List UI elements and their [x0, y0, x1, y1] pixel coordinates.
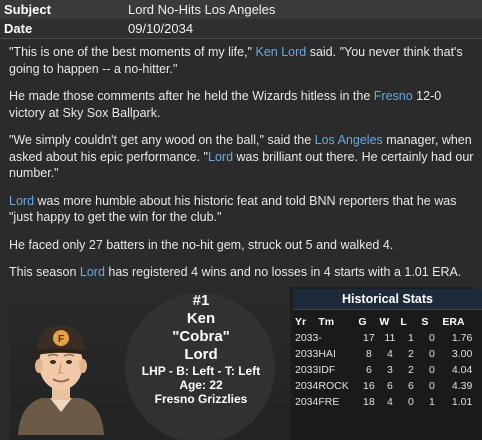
- article-text: This season: [9, 265, 80, 279]
- article-text: was more humble about his historic feat …: [9, 193, 457, 225]
- stats-cell[interactable]: FRE: [318, 394, 358, 410]
- article-link[interactable]: Ken Lord: [255, 45, 306, 59]
- player-bio: LHP - B: Left - T: Left: [141, 364, 261, 378]
- stats-column-header[interactable]: ERA: [442, 313, 472, 330]
- article-link[interactable]: Los Angeles: [315, 133, 383, 147]
- article-link[interactable]: Lord: [208, 150, 233, 164]
- stats-column-header[interactable]: L: [400, 313, 421, 330]
- stats-cell: 2033: [295, 332, 319, 344]
- stats-cell: 11: [384, 332, 396, 344]
- article-paragraph: Lord was more humble about his historic …: [9, 193, 475, 226]
- news-article-body: "This is one of the best moments of my l…: [9, 44, 475, 292]
- stats-cell[interactable]: HAI: [318, 346, 358, 362]
- article-paragraph: "We simply couldn't get any wood on the …: [9, 132, 475, 182]
- article-text: "This is one of the best moments of my l…: [9, 45, 256, 59]
- stats-column-header[interactable]: Tm: [318, 313, 358, 330]
- stats-column-header[interactable]: Yr: [293, 313, 318, 330]
- date-value: 09/10/2034: [128, 21, 194, 36]
- stats-cell: 1: [407, 332, 414, 344]
- stats-cell: 1.01: [451, 396, 473, 408]
- stats-cell: 0: [428, 332, 435, 344]
- article-paragraph: "This is one of the best moments of my l…: [9, 44, 475, 77]
- stats-cell: 0: [428, 364, 435, 376]
- article-link[interactable]: Lord: [80, 265, 105, 279]
- historical-stats-title: Historical Stats: [293, 289, 482, 310]
- stats-cell: 3: [386, 364, 393, 376]
- stats-column-header[interactable]: G: [358, 313, 379, 330]
- stats-cell: 2033: [295, 364, 319, 376]
- stats-cell: 6: [365, 364, 372, 376]
- player-last-name[interactable]: Lord: [118, 346, 284, 364]
- stats-cell: 4.04: [451, 364, 473, 376]
- stats-cell: 2: [407, 348, 414, 360]
- stats-cell: 0: [428, 380, 435, 392]
- stats-header-row: Yr Tm G W L S ERA: [293, 313, 472, 330]
- stats-row: 2033 HAI 8 4 2 0 3.00: [293, 346, 472, 362]
- player-nickname: "Cobra": [172, 328, 230, 345]
- stats-cell: 18: [363, 396, 375, 408]
- stats-cell: 0: [407, 396, 414, 408]
- player-first-name: Ken: [186, 310, 216, 327]
- article-paragraph: He made those comments after he held the…: [9, 88, 475, 121]
- stats-cell: 8: [365, 348, 372, 360]
- article-link[interactable]: Lord: [9, 194, 34, 208]
- player-number: #1: [192, 292, 210, 309]
- article-text: has registered 4 wins and no losses in 4…: [104, 265, 462, 279]
- stats-cell: 6: [386, 380, 393, 392]
- stats-row: 2034 FRE 18 4 0 1 1.01: [293, 394, 472, 410]
- player-summary: #1 Ken "Cobra" Lord LHP - B: Left - T: L…: [118, 292, 284, 406]
- stats-cell: 3.00: [451, 348, 473, 360]
- stats-cell: 1: [428, 396, 435, 408]
- article-text: He faced only 27 batters in the no-hit g…: [9, 237, 394, 252]
- stats-column-header[interactable]: S: [421, 313, 442, 330]
- subject-row: Subject Lord No-Hits Los Angeles: [0, 0, 482, 19]
- stats-row: 2033 IDF 6 3 2 0 4.04: [293, 362, 472, 378]
- article-paragraph: This season Lord has registered 4 wins a…: [9, 264, 475, 281]
- stats-cell: 17: [363, 332, 375, 344]
- article-text: "We simply couldn't get any wood on the …: [9, 133, 315, 147]
- article-paragraph: He faced only 27 batters in the no-hit g…: [9, 237, 475, 254]
- stats-cell: -: [318, 332, 322, 344]
- historical-stats-table: Yr Tm G W L S ERA 2033-17 11 1 0 1.76 2033 HAI 8 4 2 0 3.…: [293, 313, 472, 410]
- svg-text:F: F: [58, 334, 64, 345]
- stats-cell: 2034: [295, 396, 319, 408]
- article-text: He made those comments after he held the…: [9, 89, 374, 103]
- stats-cell: 4: [386, 348, 393, 360]
- stats-cell[interactable]: IDF: [318, 362, 358, 378]
- player-age: Age: 22: [179, 378, 223, 392]
- subject-value: Lord No-Hits Los Angeles: [128, 2, 276, 17]
- stats-cell: 2033: [295, 348, 319, 360]
- stats-cell: 2034: [295, 380, 319, 392]
- header-divider: [0, 38, 482, 39]
- article-link[interactable]: Fresno: [374, 89, 413, 103]
- historical-stats-panel: Historical Stats Yr Tm G W L S ERA 2033-17 11 1 0…: [293, 289, 482, 440]
- stats-cell[interactable]: ROCK: [318, 378, 358, 394]
- stats-cell: 4: [386, 396, 393, 408]
- date-label: Date: [4, 21, 33, 36]
- stats-cell: 6: [407, 380, 414, 392]
- stats-cell: 4.39: [451, 380, 473, 392]
- stats-column-header[interactable]: W: [379, 313, 400, 330]
- stats-cell: 2: [407, 364, 414, 376]
- stats-row: 2034 ROCK 16 6 6 0 4.39: [293, 378, 472, 394]
- stats-cell: 16: [363, 380, 375, 392]
- stats-cell: 0: [428, 348, 435, 360]
- stats-row: 2033-17 11 1 0 1.76: [293, 330, 472, 346]
- player-team[interactable]: Fresno Grizzlies: [118, 392, 284, 406]
- stats-cell: 1.76: [451, 332, 473, 344]
- player-photo[interactable]: F: [12, 300, 110, 435]
- date-row: Date 09/10/2034: [0, 19, 482, 38]
- subject-label: Subject: [4, 2, 51, 17]
